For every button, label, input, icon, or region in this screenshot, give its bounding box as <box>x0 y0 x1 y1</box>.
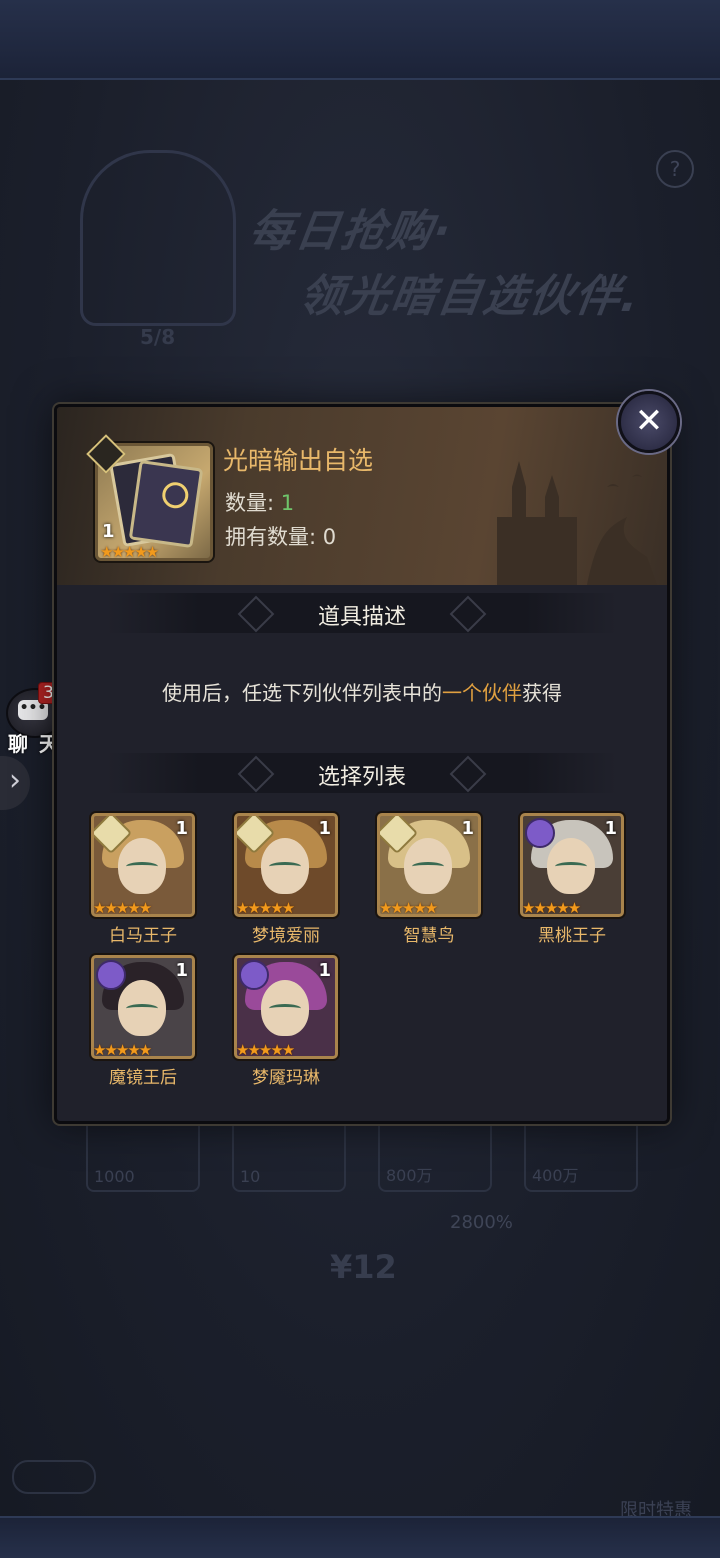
item-icon-quantity: 1 <box>102 521 115 542</box>
item-description: 使用后，任选下列伙伴列表中的一个伙伴获得 <box>162 681 562 705</box>
hero-card[interactable]: 1 ★★★★★ 梦境爱丽 <box>234 813 338 946</box>
item-owned: 拥有数量: 0 <box>225 525 337 549</box>
hero-name: 智慧鸟 <box>403 926 455 946</box>
chest-count: 5/8 <box>140 325 176 349</box>
star-rating: ★★★★★ <box>522 899 581 917</box>
chevron-right-icon[interactable]: › <box>0 756 30 810</box>
section-header-list: 选择列表 <box>107 753 617 793</box>
dark-faction-icon <box>239 960 269 990</box>
top-decor-strip <box>0 0 720 80</box>
price-button: ¥12 <box>330 1248 397 1286</box>
close-button[interactable]: ✕ <box>618 391 680 453</box>
hero-card[interactable]: 1 ★★★★★ 智慧鸟 <box>377 813 481 946</box>
discount-percent: 2800% <box>450 1212 513 1233</box>
chest-icon <box>80 150 236 326</box>
banner-title: 每日抢购· <box>245 206 456 257</box>
hero-name: 黑桃王子 <box>538 926 606 946</box>
hero-name: 梦魇玛琳 <box>252 1068 320 1088</box>
hero-name: 梦境爱丽 <box>252 926 320 946</box>
dark-faction-icon <box>96 960 126 990</box>
item-name: 光暗输出自选 <box>223 446 374 475</box>
close-icon: ✕ <box>634 401 664 441</box>
moon-icon <box>160 480 190 510</box>
star-rating: ★★★★★ <box>100 543 159 561</box>
item-quantity: 数量: 1 <box>225 491 295 515</box>
item-detail-modal: 1 ★★★★★ 光暗输出自选 数量: 1 拥有数量: 0 道具描述 使用后，任选… <box>54 404 670 1124</box>
star-rating: ★★★★★ <box>93 1041 152 1059</box>
dark-faction-icon <box>525 818 555 848</box>
modal-header: 1 ★★★★★ 光暗输出自选 数量: 1 拥有数量: 0 <box>57 407 667 585</box>
star-rating: ★★★★★ <box>236 1041 295 1059</box>
item-icon: 1 ★★★★★ <box>86 434 213 561</box>
hero-card[interactable]: 1 ★★★★★ 魔镜王后 <box>91 955 195 1088</box>
section-header-description: 道具描述 <box>107 593 617 633</box>
help-icon: ? <box>656 150 694 188</box>
back-arrow-icon <box>12 1460 96 1494</box>
hero-name: 魔镜王后 <box>109 1068 177 1088</box>
star-rating: ★★★★★ <box>379 899 438 917</box>
hero-card[interactable]: 1 ★★★★★ 黑桃王子 <box>520 813 624 946</box>
hero-card[interactable]: 1 ★★★★★ 梦魇玛琳 <box>234 955 338 1088</box>
hero-card[interactable]: 1 ★★★★★ 白马王子 <box>91 813 195 946</box>
hero-name: 白马王子 <box>109 926 177 946</box>
banner-subtitle: 领光暗自选伙伴. <box>295 271 644 322</box>
star-rating: ★★★★★ <box>93 899 152 917</box>
castle-silhouette-icon <box>497 461 657 585</box>
star-rating: ★★★★★ <box>236 899 295 917</box>
bottom-decor-strip <box>0 1516 720 1558</box>
